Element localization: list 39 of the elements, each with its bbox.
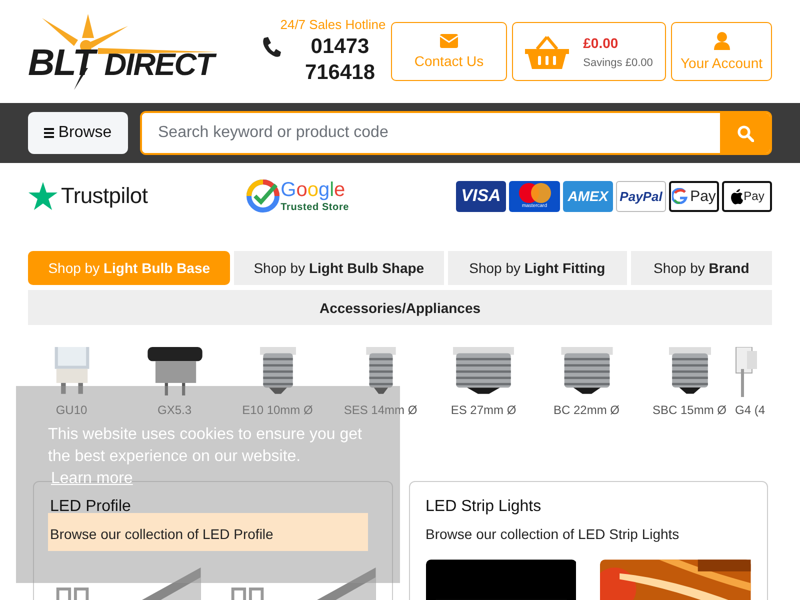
- trusted-store-text: Trusted Store: [280, 202, 350, 212]
- envelope-icon: [440, 34, 458, 48]
- card-text: Browse our collection of LED Strip Lights: [426, 526, 680, 542]
- category-tab[interactable]: Shop by Light Bulb Shape: [234, 251, 444, 285]
- card-title: LED Profile: [50, 498, 132, 516]
- person-icon: [714, 32, 730, 50]
- search-field[interactable]: Search keyword or product code: [140, 111, 772, 155]
- logo-text: DIRECT: [104, 46, 214, 84]
- trustpilot-text: Trustpilot: [61, 183, 148, 209]
- phone-icon: [260, 36, 282, 58]
- search-icon: [736, 124, 754, 142]
- basket-button[interactable]: £0.00 Savings £0.00: [512, 22, 666, 81]
- pay-logo: Pay: [722, 180, 772, 212]
- phone-number: 01473 716418: [304, 34, 376, 86]
- pay-logo: Pay: [669, 180, 719, 212]
- circles-icon: [518, 183, 550, 203]
- category-tab[interactable]: Shop by Light Fitting: [448, 251, 627, 285]
- base-label[interactable]: G4 (4: [735, 403, 766, 417]
- category-tab[interactable]: Shop by Brand: [630, 251, 772, 285]
- card-logo: PayPal: [616, 180, 666, 212]
- menu-icon: [44, 128, 54, 138]
- base-label[interactable]: BC 22mm Ø: [553, 403, 620, 417]
- card-text: Browse our collection of LED Profile: [50, 526, 274, 542]
- base-label[interactable]: ES 27mm Ø: [450, 403, 516, 417]
- basket-savings: Savings £0.00: [583, 56, 653, 68]
- browse-button[interactable]: Browse: [28, 112, 128, 154]
- basket-icon: [525, 34, 570, 68]
- category-tab[interactable]: Accessories/Appliances: [28, 290, 772, 325]
- card-logo: AMEX: [563, 180, 613, 212]
- card-title: LED Strip Lights: [426, 498, 542, 516]
- hotline-label: 24/7 Sales Hotline: [279, 17, 387, 32]
- check-badge-icon: [246, 179, 280, 213]
- star-icon: [28, 182, 58, 210]
- g-icon: [672, 188, 688, 204]
- card-logo: VISA: [456, 180, 506, 212]
- google-text: Google: [280, 180, 346, 200]
- apple-icon: [730, 188, 743, 204]
- basket-total: £0.00: [583, 34, 618, 50]
- base-label[interactable]: SBC 15mm Ø: [652, 403, 726, 417]
